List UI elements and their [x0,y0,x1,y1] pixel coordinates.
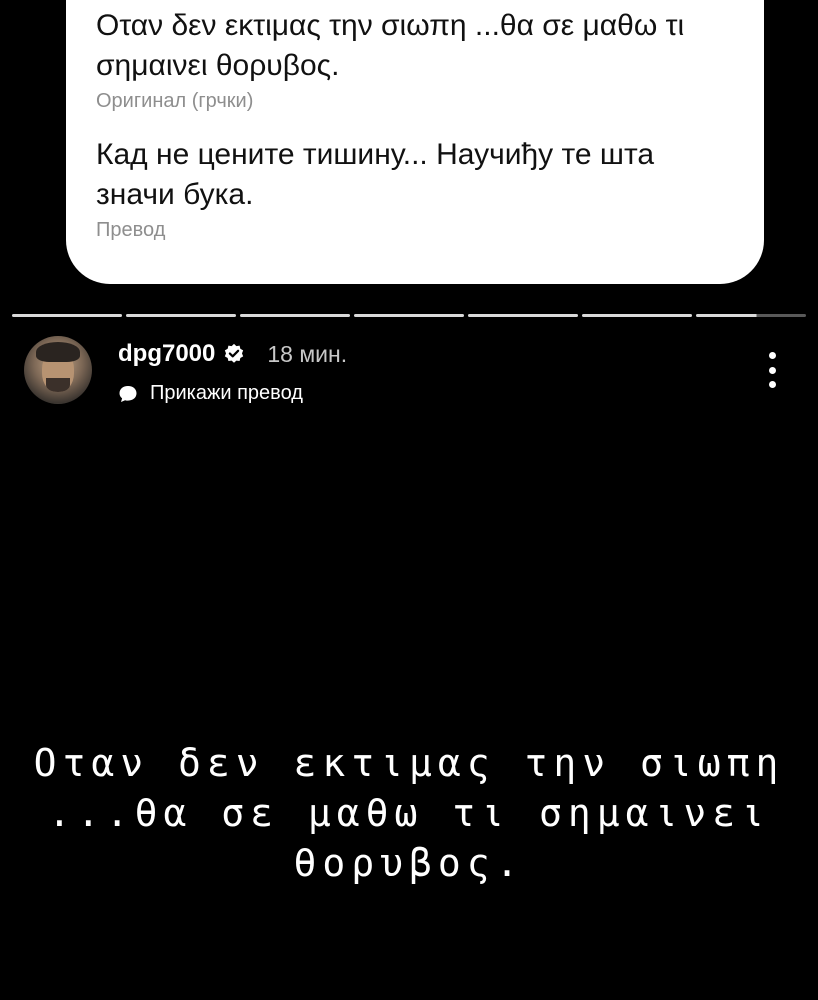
avatar[interactable] [24,336,92,404]
more-options-icon[interactable] [766,352,778,388]
translation-card: Οταν δεν εκτιμας την σιωπη ...θα σε μαθω… [66,0,764,284]
username-row: dpg7000 18 мин. [118,338,347,370]
progress-segment [240,314,350,317]
story-header: dpg7000 18 мин. Прикажи превод [24,336,804,416]
progress-segment [582,314,692,317]
verified-badge-icon [225,343,244,363]
progress-segment [126,314,236,317]
post-timestamp: 18 мин. [267,340,348,367]
translated-label: Превод [96,219,166,241]
progress-segment [12,314,122,317]
story-text-line: ...θα σε μαθω τι σημαινει [48,791,770,835]
show-translation-button[interactable]: Прикажи превод [118,382,303,405]
translated-text: Кад не цените тишину... Научиђу те шта з… [96,138,655,211]
progress-segment [354,314,464,317]
progress-segment-current [696,314,806,317]
story-text-line: θορυβος. [293,841,525,885]
story-text-line: Οταν δεν εκτιμας την σιωπη [33,741,785,785]
progress-segment [468,314,578,317]
story-progress-bar [12,314,806,317]
original-text: Οταν δεν εκτιμας την σιωπη ...θα σε μαθω… [96,9,685,82]
speech-bubble-icon [119,385,137,402]
story-text: Οταν δεν εκτιμας την σιωπη ...θα σε μαθω… [20,738,798,888]
original-label: Оригинал (грчки) [96,90,254,112]
show-translation-label: Прикажи превод [150,382,303,404]
username[interactable]: dpg7000 [118,340,215,368]
